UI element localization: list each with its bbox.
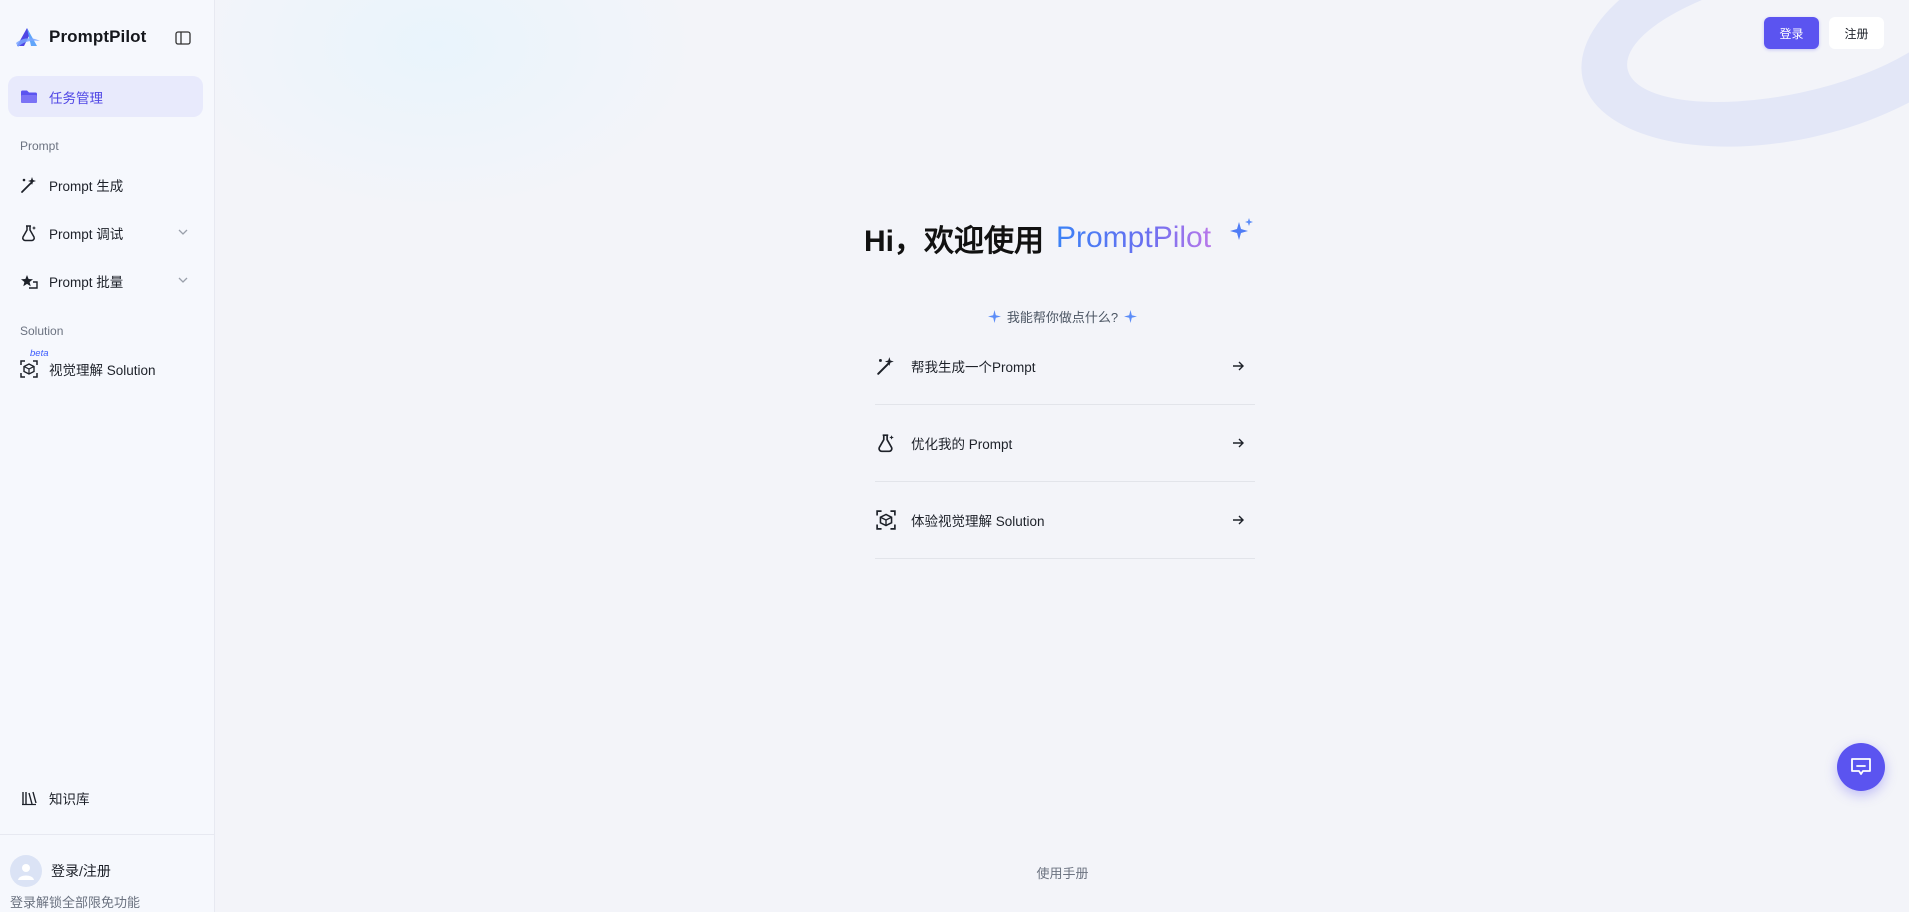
main-content: 登录 注册 Hi，欢迎使用 PromptPilot 我能帮你做点什么? 帮我生成…: [216, 0, 1909, 912]
divider: [0, 834, 215, 835]
suggestion-label: 帮我生成一个Prompt: [911, 360, 1036, 375]
collapse-sidebar-button[interactable]: [172, 27, 194, 49]
magic-wand-icon: [875, 355, 897, 377]
arrow-right-icon: [1233, 438, 1244, 448]
cube-scan-icon: [875, 509, 897, 531]
subtitle: 我能帮你做点什么?: [216, 307, 1909, 326]
sidebar-item-task-management[interactable]: 任务管理: [8, 76, 203, 117]
sidebar-item-label: 视觉理解 Solution: [49, 362, 156, 378]
header-actions: 登录 注册: [1764, 17, 1884, 49]
promptpilot-logo-icon: [16, 28, 40, 47]
feedback-chat-button[interactable]: [1837, 743, 1885, 791]
section-label-solution: Solution: [20, 324, 64, 338]
suggestion-visual-solution[interactable]: 体验视觉理解 Solution: [875, 482, 1255, 559]
library-icon: [19, 788, 39, 808]
sidebar: PromptPilot 任务管理 Prompt Prompt 生成 Prompt…: [0, 0, 215, 912]
suggestion-label: 优化我的 Prompt: [911, 437, 1013, 452]
suggestion-optimize-prompt[interactable]: 优化我的 Prompt: [875, 405, 1255, 482]
arrow-right-icon: [1233, 361, 1244, 371]
background-glow: [216, 0, 696, 210]
sparkle-small-icon: [987, 310, 1001, 323]
sidebar-item-label: Prompt 调试: [49, 226, 124, 242]
folder-icon: [19, 87, 39, 107]
sparkle-small-icon: [1124, 310, 1138, 323]
brand-name: PromptPilot: [49, 27, 147, 46]
brand[interactable]: PromptPilot: [14, 24, 146, 50]
chevron-down-icon[interactable]: [177, 274, 189, 286]
page-title: Hi，欢迎使用 PromptPilot: [864, 214, 1211, 262]
suggestion-generate-prompt[interactable]: 帮我生成一个Prompt: [875, 328, 1255, 405]
hero-greeting: Hi，欢迎使用: [864, 225, 1044, 258]
sidebar-item-prompt-batch[interactable]: Prompt 批量: [8, 260, 203, 301]
arrow-right-icon: [1233, 515, 1244, 525]
flask-icon: [19, 223, 39, 243]
user-manual-link[interactable]: 使用手册: [216, 863, 1909, 882]
magic-wand-icon: [19, 175, 39, 195]
chat-icon: [1851, 758, 1871, 775]
sidebar-item-label: 任务管理: [49, 90, 103, 106]
register-button[interactable]: 注册: [1829, 17, 1884, 49]
sidebar-item-prompt-debug[interactable]: Prompt 调试: [8, 212, 203, 253]
sidebar-item-label: Prompt 生成: [49, 178, 124, 194]
beta-badge: beta: [30, 348, 49, 359]
sidebar-item-prompt-generate[interactable]: Prompt 生成: [8, 164, 203, 205]
sidebar-toggle-icon: [175, 31, 191, 45]
cube-scan-icon: [19, 359, 39, 379]
login-hint: 登录解锁全部限免功能: [10, 895, 141, 910]
sidebar-item-knowledge-base[interactable]: 知识库: [8, 777, 203, 818]
sparkle-icon: [1230, 218, 1253, 240]
subtitle-text: 我能帮你做点什么?: [1006, 310, 1119, 325]
sidebar-item-label: 知识库: [49, 791, 90, 807]
batch-stars-icon: [19, 271, 39, 291]
suggestion-label: 体验视觉理解 Solution: [911, 514, 1045, 529]
sidebar-item-label: Prompt 批量: [49, 274, 124, 290]
section-label-prompt: Prompt: [20, 139, 59, 153]
chevron-down-icon[interactable]: [177, 226, 189, 238]
user-icon: [18, 864, 34, 880]
avatar[interactable]: [10, 855, 42, 887]
login-button[interactable]: 登录: [1764, 17, 1819, 49]
login-register-link[interactable]: 登录/注册: [51, 861, 111, 881]
hero-brand: PromptPilot: [1056, 221, 1212, 254]
flask-icon: [875, 432, 897, 454]
